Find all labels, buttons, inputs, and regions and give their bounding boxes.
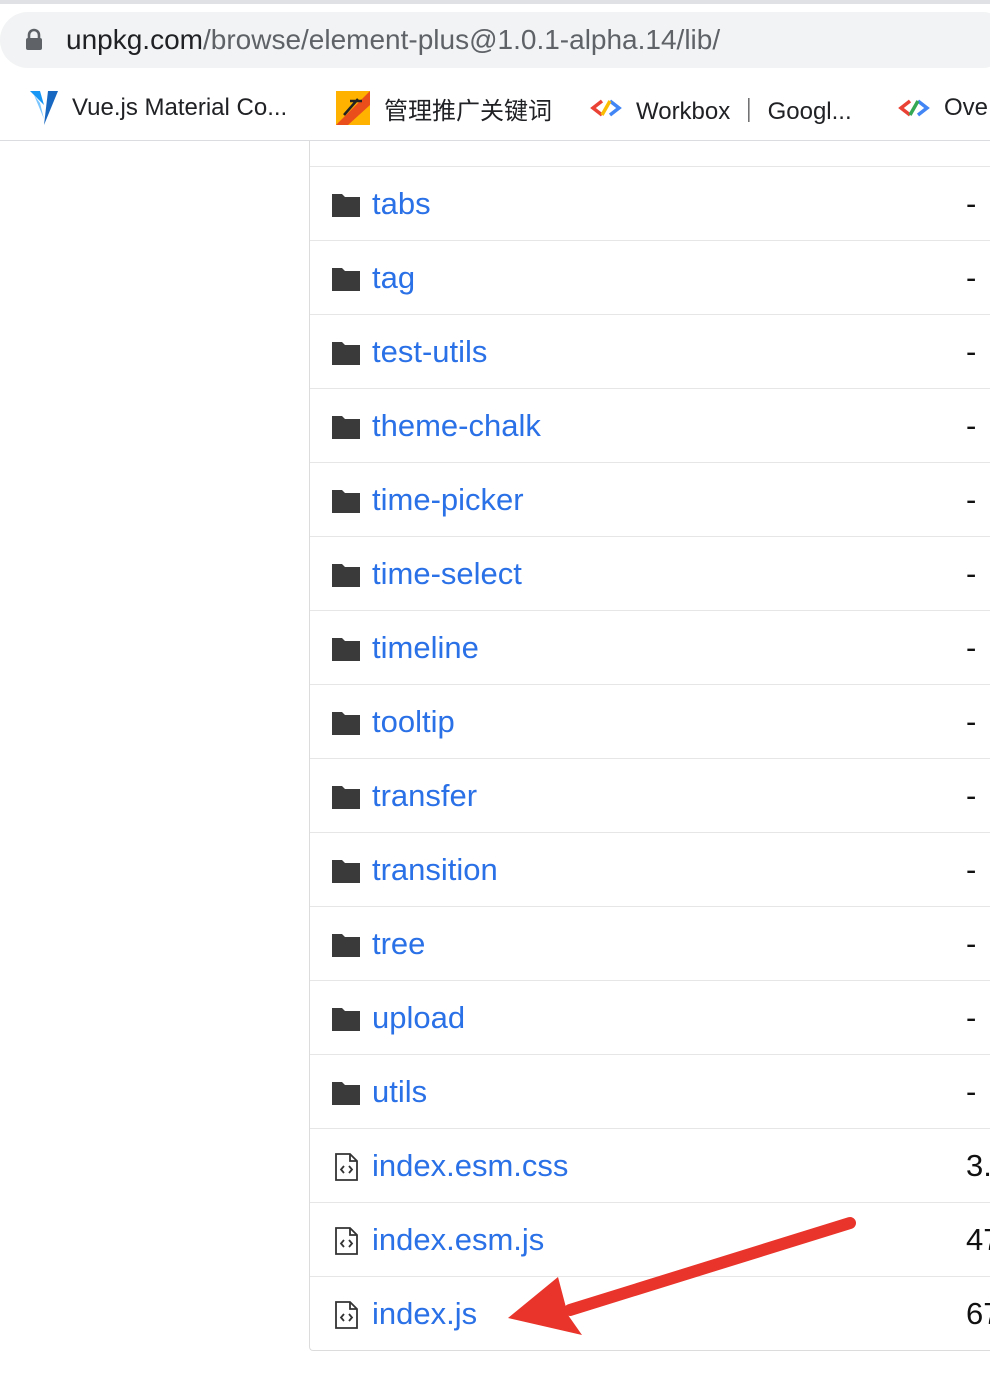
file-code-icon [335, 1227, 358, 1255]
file-size: - [966, 778, 977, 813]
tool-logo-icon [336, 91, 370, 125]
annotation-arrow-icon [508, 1217, 856, 1335]
file-size: - [966, 334, 977, 369]
bookmark-keywords[interactable]: 管理推广关键词 [336, 80, 552, 136]
file-link[interactable]: transition [372, 850, 498, 890]
file-link[interactable]: time-select [372, 554, 522, 594]
file-link[interactable]: timeline [372, 628, 479, 668]
folder-icon [332, 786, 360, 809]
file-size: - [966, 556, 977, 591]
file-size: - [966, 1000, 977, 1035]
table-row: index.esm.css 3. [310, 1128, 990, 1202]
table-row: utils - [310, 1054, 990, 1128]
table-row: timeline - [310, 610, 990, 684]
file-link[interactable]: time-picker [372, 480, 524, 520]
bookmark-vuetify[interactable]: Vue.js Material Co... [30, 80, 287, 136]
folder-icon [332, 638, 360, 661]
bookmarks-bar: Vue.js Material Co... 管理推广关键词 Workbox ｜ … [0, 80, 990, 141]
folder-icon [332, 490, 360, 513]
folder-icon [332, 194, 360, 217]
address-url[interactable]: unpkg.com/browse/element-plus@1.0.1-alph… [66, 22, 720, 58]
bookmark-overflow[interactable]: Ove [898, 80, 988, 136]
file-size: - [966, 1074, 977, 1109]
table-row: transfer - [310, 758, 990, 832]
folder-icon [332, 416, 360, 439]
folder-icon [332, 342, 360, 365]
table-row: upload - [310, 980, 990, 1054]
file-link[interactable]: tooltip [372, 702, 455, 742]
table-row: transition - [310, 832, 990, 906]
file-link[interactable]: tabs [372, 184, 431, 224]
table-row: tree - [310, 906, 990, 980]
table-row: theme-chalk - [310, 388, 990, 462]
file-size: 67 [966, 1296, 990, 1331]
folder-icon [332, 860, 360, 883]
browser-top-edge [0, 0, 990, 4]
table-row: test-utils - [310, 314, 990, 388]
lock-icon[interactable] [24, 28, 44, 52]
table-row: time-picker - [310, 462, 990, 536]
bookmark-label: Vue.js Material Co... [72, 94, 288, 121]
url-path: /browse/element-plus@1.0.1-alpha.14/lib/ [202, 24, 721, 55]
bookmark-label: 管理推广关键词 [384, 97, 552, 125]
table-row: tag - [310, 240, 990, 314]
folder-icon [332, 140, 360, 144]
file-size: - [966, 926, 977, 961]
folder-icon [332, 712, 360, 735]
table-row-partial [310, 140, 990, 166]
file-link[interactable]: tree [372, 924, 425, 964]
file-link[interactable]: theme-chalk [372, 406, 541, 446]
table-row: time-select - [310, 536, 990, 610]
google-dev-icon [590, 99, 622, 117]
folder-icon [332, 1082, 360, 1105]
file-code-icon [335, 1153, 358, 1181]
file-link[interactable]: upload [372, 998, 465, 1038]
file-size: - [966, 704, 977, 739]
file-size: - [966, 408, 977, 443]
file-link[interactable]: index.esm.css [372, 1146, 568, 1186]
file-link[interactable]: test-utils [372, 332, 487, 372]
bookmark-label: Workbox ｜ Googl... [636, 97, 852, 125]
folder-icon [332, 1008, 360, 1031]
table-row: tabs - [310, 166, 990, 240]
bookmark-workbox[interactable]: Workbox ｜ Googl... [590, 80, 852, 136]
file-listing-table: tabs - tag - test-utils - theme-chalk - … [309, 140, 990, 1351]
table-row: tooltip - [310, 684, 990, 758]
vuetify-icon [30, 91, 58, 125]
google-dev-icon [898, 99, 930, 117]
file-size: 47 [966, 1222, 990, 1257]
file-link[interactable]: utils [372, 1072, 427, 1112]
folder-icon [332, 934, 360, 957]
folder-icon [332, 268, 360, 291]
url-host: unpkg.com [66, 24, 203, 55]
bookmark-label: Ove [944, 94, 989, 121]
file-link[interactable]: transfer [372, 776, 477, 816]
file-size: - [966, 186, 977, 221]
file-link[interactable]: index.js [372, 1294, 477, 1334]
file-size: - [966, 260, 977, 295]
file-link[interactable]: tag [372, 258, 415, 298]
folder-icon [332, 564, 360, 587]
file-size: 3. [966, 1148, 990, 1183]
file-size: - [966, 482, 977, 517]
file-size: - [966, 630, 977, 665]
file-code-icon [335, 1301, 358, 1329]
file-size: - [966, 852, 977, 887]
